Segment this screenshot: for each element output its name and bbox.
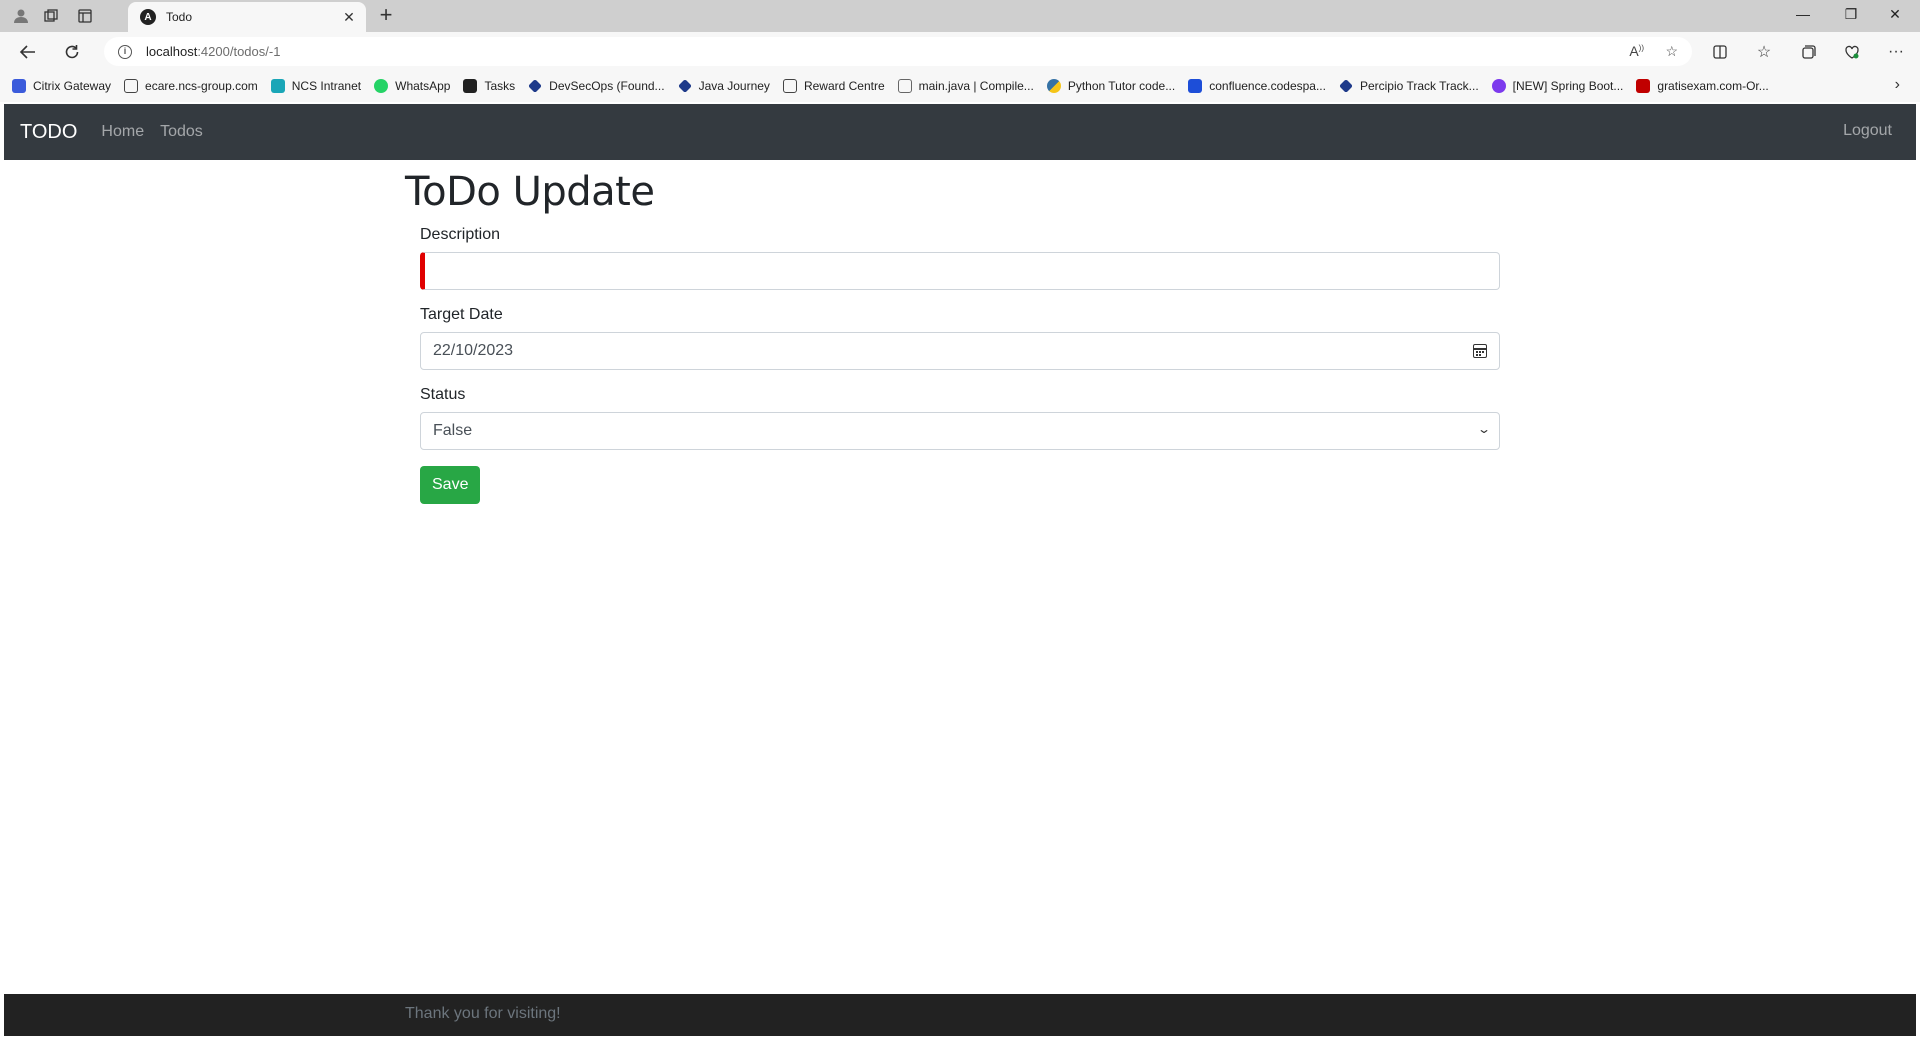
favorite-star-icon[interactable]: ☆: [1665, 43, 1678, 60]
chevron-right-icon[interactable]: ›: [1895, 76, 1900, 94]
tab-title: Todo: [166, 10, 193, 24]
favorites-icon[interactable]: ☆: [1752, 40, 1776, 64]
bookmark-item[interactable]: WhatsApp: [374, 79, 450, 93]
status-label: Status: [420, 386, 466, 403]
nav-link-home[interactable]: Home: [101, 123, 144, 141]
page-icon: [124, 79, 139, 93]
bookmark-item[interactable]: [NEW] Spring Boot...: [1491, 79, 1623, 93]
more-menu-icon[interactable]: ···: [1884, 40, 1908, 64]
pdf-icon: [1636, 79, 1651, 93]
citrix-icon: [12, 79, 26, 93]
description-group: Description: [420, 226, 1500, 290]
bookmarks-bar: Citrix Gateway ecare.ncs-group.com NCS I…: [0, 70, 1920, 102]
status-select[interactable]: False ⌄: [420, 412, 1500, 450]
status-value: False: [433, 422, 473, 439]
todo-form: Description Target Date 22/10/2023 Statu…: [420, 226, 1500, 504]
footer-text: Thank you for visiting!: [405, 1005, 561, 1022]
site-info-icon[interactable]: i: [118, 44, 132, 59]
bookmark-item[interactable]: gratisexam.com-Or...: [1636, 79, 1769, 93]
browser-tab[interactable]: A Todo ✕: [128, 2, 366, 32]
web-page: TODO Home Todos Logout ToDo Update Descr…: [4, 104, 1916, 1036]
bookmark-item[interactable]: Reward Centre: [782, 79, 885, 93]
logout-link[interactable]: Logout: [1843, 122, 1892, 140]
bookmark-item[interactable]: Citrix Gateway: [12, 79, 111, 93]
compiler-icon: [897, 79, 912, 93]
description-input[interactable]: [420, 252, 1500, 290]
navbar-brand[interactable]: TODO: [20, 121, 77, 144]
whatsapp-icon: [374, 79, 389, 93]
diamond-icon: [677, 79, 692, 93]
page-icon: [782, 79, 797, 93]
python-icon: [1046, 79, 1061, 93]
description-label: Description: [420, 226, 501, 243]
calendar-icon[interactable]: [1473, 344, 1487, 358]
udemy-icon: [1491, 79, 1506, 93]
minimize-icon[interactable]: —: [1788, 6, 1818, 26]
profile-icon[interactable]: [10, 5, 32, 27]
status-group: Status False ⌄: [420, 386, 1500, 450]
chevron-down-icon: ⌄: [1476, 422, 1492, 436]
angular-favicon-icon: A: [140, 9, 156, 25]
ncs-icon: [270, 79, 285, 93]
bookmark-item[interactable]: main.java | Compile...: [897, 79, 1034, 93]
tab-actions-icon[interactable]: [74, 5, 96, 27]
browser-tab-strip: A Todo ✕ + — ❐ ✕: [0, 0, 1920, 32]
diamond-icon: [1339, 79, 1353, 93]
url-path: :4200/todos/-1: [197, 44, 281, 59]
back-icon[interactable]: [16, 40, 40, 64]
bookmark-item[interactable]: Java Journey: [677, 79, 770, 93]
bookmark-item[interactable]: Tasks: [463, 79, 515, 93]
target-date-input[interactable]: 22/10/2023: [420, 332, 1500, 370]
new-tab-icon[interactable]: +: [374, 4, 398, 28]
diamond-icon: [528, 79, 543, 93]
tab-close-icon[interactable]: ✕: [340, 9, 358, 26]
bookmark-item[interactable]: confluence.codespa...: [1188, 79, 1326, 93]
close-window-icon[interactable]: ✕: [1880, 6, 1910, 26]
footer: Thank you for visiting!: [4, 994, 1916, 1036]
browser-essentials-icon[interactable]: [1840, 40, 1864, 64]
bookmark-item[interactable]: NCS Intranet: [270, 79, 361, 93]
app-navbar: TODO Home Todos Logout: [4, 104, 1916, 160]
bookmark-item[interactable]: DevSecOps (Found...: [528, 79, 665, 93]
target-date-label: Target Date: [420, 306, 503, 323]
bookmark-item[interactable]: Python Tutor code...: [1046, 79, 1175, 93]
nav-link-todos[interactable]: Todos: [160, 123, 203, 141]
split-screen-icon[interactable]: [1708, 40, 1732, 64]
notion-icon: [463, 79, 478, 93]
confluence-icon: [1188, 79, 1203, 93]
save-button[interactable]: Save: [420, 466, 481, 504]
page-title: ToDo Update: [405, 169, 655, 215]
address-bar[interactable]: i localhost:4200/todos/-1 A)) ☆: [104, 37, 1692, 66]
read-aloud-icon[interactable]: A)): [1629, 43, 1644, 59]
main-container: ToDo Update Description Target Date 22/1…: [405, 160, 1515, 504]
browser-toolbar: i localhost:4200/todos/-1 A)) ☆ ☆ ···: [0, 32, 1920, 70]
collections-icon[interactable]: [1796, 40, 1820, 64]
restore-icon[interactable]: ❐: [1836, 6, 1866, 26]
url-host: localhost: [146, 44, 198, 59]
workspaces-icon[interactable]: [40, 5, 62, 27]
target-date-group: Target Date 22/10/2023: [420, 306, 1500, 370]
bookmark-item[interactable]: Percipio Track Track...: [1339, 79, 1479, 93]
target-date-value: 22/10/2023: [433, 342, 514, 359]
bookmark-item[interactable]: ecare.ncs-group.com: [124, 79, 258, 93]
refresh-icon[interactable]: [60, 40, 84, 64]
